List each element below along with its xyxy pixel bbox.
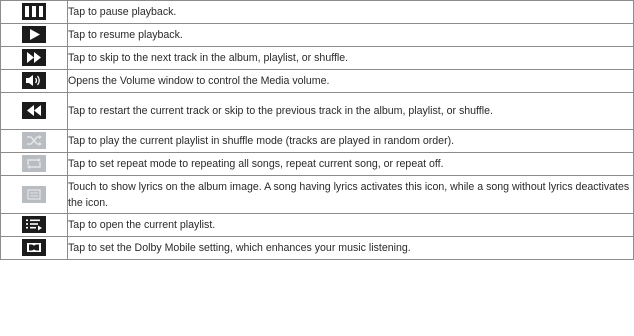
play-icon: [22, 26, 46, 44]
table-row: Tap to open the current playlist.: [0, 213, 634, 237]
icon-cell: [0, 0, 68, 24]
table-row: Tap to restart the current track or skip…: [0, 92, 634, 130]
icon-cell: [0, 236, 68, 260]
playlist-icon: [22, 216, 46, 234]
description-text: Tap to resume playback.: [67, 23, 634, 47]
description-text: Tap to open the current playlist.: [67, 213, 634, 237]
table-row: Tap to pause playback.: [0, 0, 634, 24]
lyrics-icon: [22, 185, 46, 203]
description-text: Touch to show lyrics on the album image.…: [67, 175, 634, 214]
fast-forward-icon: [22, 49, 46, 67]
table-row: Tap to skip to the next track in the alb…: [0, 46, 634, 70]
description-text: Tap to set the Dolby Mobile setting, whi…: [67, 236, 634, 260]
icon-cell: [0, 46, 68, 70]
table-row: Touch to show lyrics on the album image.…: [0, 175, 634, 214]
table-row: Tap to set the Dolby Mobile setting, whi…: [0, 236, 634, 260]
repeat-icon: [22, 155, 46, 173]
description-text: Tap to skip to the next track in the alb…: [67, 46, 634, 70]
description-text: Tap to play the current playlist in shuf…: [67, 129, 634, 153]
volume-icon: [22, 72, 46, 90]
table-row: Opens the Volume window to control the M…: [0, 69, 634, 93]
icon-cell: [0, 69, 68, 93]
shuffle-icon: [22, 132, 46, 150]
icon-cell: [0, 175, 68, 214]
icon-cell: [0, 152, 68, 176]
table-row: Tap to play the current playlist in shuf…: [0, 129, 634, 153]
dolby-icon: [22, 239, 46, 257]
description-text: Tap to pause playback.: [67, 0, 634, 24]
description-text: Tap to set repeat mode to repeating all …: [67, 152, 634, 176]
icon-cell: [0, 92, 68, 130]
icon-cell: [0, 23, 68, 47]
description-text: Tap to restart the current track or skip…: [67, 92, 634, 130]
table-row: Tap to set repeat mode to repeating all …: [0, 152, 634, 176]
icon-cell: [0, 213, 68, 237]
pause-icon: [22, 3, 46, 21]
description-text: Opens the Volume window to control the M…: [67, 69, 634, 93]
rewind-icon: [22, 102, 46, 120]
icon-description-table: Tap to pause playback. Tap to resume pla…: [0, 0, 634, 260]
icon-cell: [0, 129, 68, 153]
table-row: Tap to resume playback.: [0, 23, 634, 47]
